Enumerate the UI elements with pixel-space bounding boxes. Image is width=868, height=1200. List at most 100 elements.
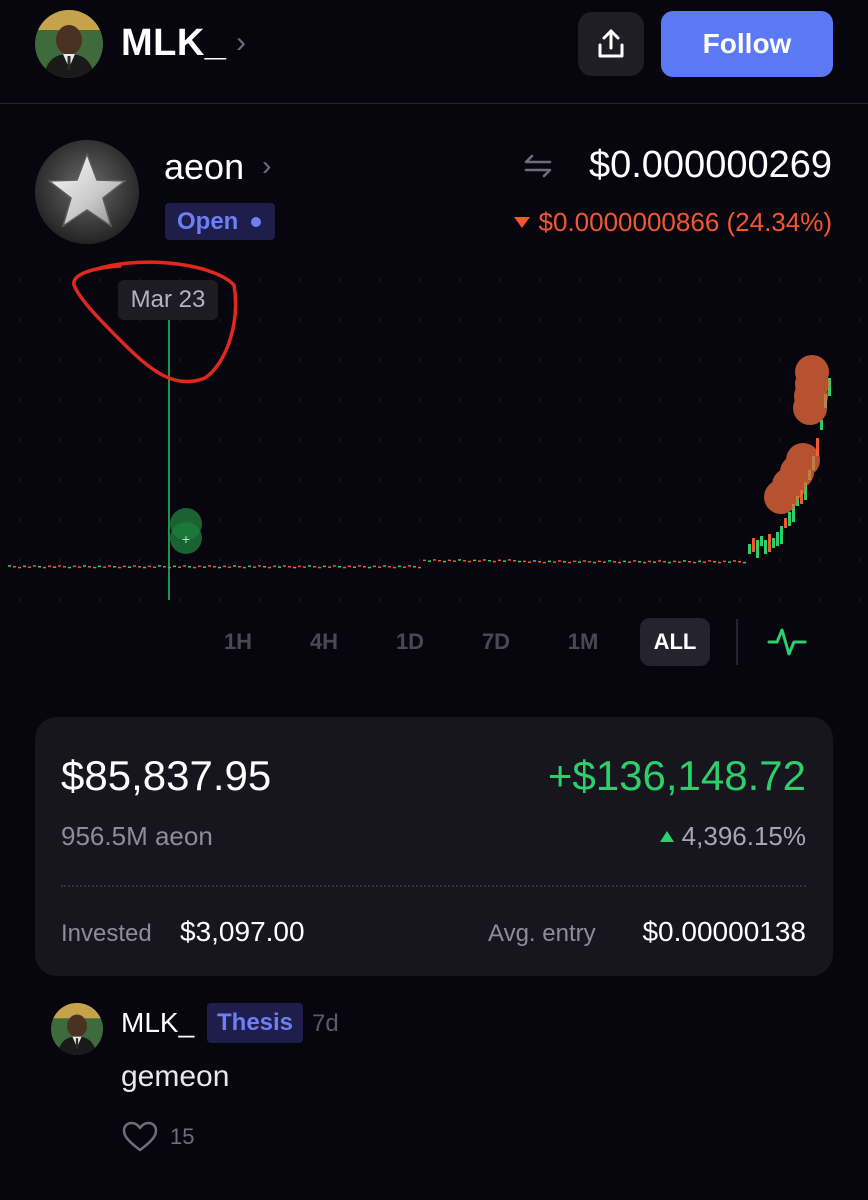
candle xyxy=(748,544,751,554)
candle xyxy=(543,561,546,564)
candle xyxy=(533,560,536,562)
candle xyxy=(788,512,791,526)
candle xyxy=(493,560,496,563)
candle xyxy=(673,560,676,563)
candle xyxy=(638,561,641,563)
candle xyxy=(568,561,571,564)
candle xyxy=(563,561,566,563)
candle xyxy=(643,561,646,564)
candle xyxy=(88,566,91,568)
candle xyxy=(523,560,526,563)
candle xyxy=(538,561,541,563)
candle xyxy=(608,560,611,562)
candle xyxy=(663,561,666,563)
candle xyxy=(780,526,783,544)
candle xyxy=(123,565,126,568)
candle xyxy=(288,566,291,568)
candle xyxy=(603,561,606,563)
follow-button[interactable]: Follow xyxy=(661,11,833,77)
candle xyxy=(478,560,481,562)
candle xyxy=(118,566,121,569)
star-logo-icon[interactable] xyxy=(35,140,139,244)
position-card: $85,837.95 +$136,148.72 956.5M aeon 4,39… xyxy=(35,717,833,976)
candle xyxy=(133,565,136,567)
share-button[interactable] xyxy=(578,12,644,76)
pnl-percent-value: 4,396.15% xyxy=(681,821,806,851)
heart-icon[interactable] xyxy=(122,1121,158,1153)
share-icon xyxy=(598,29,624,58)
candle xyxy=(148,565,151,568)
comment-username[interactable]: MLK_ xyxy=(121,1007,194,1039)
comment-age: 7d xyxy=(312,1010,339,1037)
candle xyxy=(423,559,426,562)
candle xyxy=(764,540,767,554)
candle xyxy=(383,565,386,567)
candle xyxy=(43,566,46,569)
candle xyxy=(483,559,486,561)
invested-label: Invested xyxy=(61,920,152,947)
range-4h[interactable]: 4H xyxy=(301,618,347,666)
card-divider xyxy=(61,885,806,887)
candle xyxy=(760,536,763,546)
candle xyxy=(18,566,21,569)
range-1m[interactable]: 1M xyxy=(559,618,607,666)
candle xyxy=(583,560,586,562)
candle xyxy=(678,561,681,563)
candle xyxy=(558,560,561,562)
candle xyxy=(53,566,56,568)
candle xyxy=(468,560,471,563)
down-triangle-icon xyxy=(513,217,530,228)
candle xyxy=(138,566,141,568)
range-1h[interactable]: 1H xyxy=(215,618,261,666)
candle xyxy=(253,566,256,568)
candle xyxy=(78,566,81,568)
candle xyxy=(772,538,775,548)
comment-avatar-icon[interactable] xyxy=(51,1003,103,1055)
candle xyxy=(358,565,361,567)
range-1d[interactable]: 1D xyxy=(387,618,433,666)
user-avatar-icon[interactable] xyxy=(35,10,103,78)
candle xyxy=(273,565,276,568)
header-username[interactable]: MLK_ xyxy=(121,22,226,65)
candle xyxy=(623,560,626,563)
candle xyxy=(443,560,446,563)
candle xyxy=(353,566,356,568)
up-triangle-icon xyxy=(659,831,674,842)
candle xyxy=(343,566,346,569)
date-tooltip: Mar 23 xyxy=(118,280,218,320)
invested-value: $3,097.00 xyxy=(180,916,305,947)
candle xyxy=(488,560,491,562)
candle xyxy=(268,566,271,569)
candle xyxy=(708,560,711,562)
candle xyxy=(598,560,601,563)
candle xyxy=(58,565,61,567)
candle xyxy=(13,566,16,568)
candle xyxy=(298,565,301,568)
range-all[interactable]: ALL xyxy=(640,618,710,666)
position-value: $85,837.95 xyxy=(61,752,272,799)
candle xyxy=(768,534,771,552)
candle xyxy=(38,566,41,568)
candle xyxy=(693,561,696,564)
chevron-right-icon[interactable]: › xyxy=(262,150,271,182)
candle xyxy=(333,565,336,567)
candle xyxy=(683,560,686,562)
chevron-right-icon[interactable]: › xyxy=(236,26,246,60)
pulse-icon[interactable] xyxy=(767,624,807,660)
candle xyxy=(448,559,451,562)
candle xyxy=(193,566,196,569)
range-7d[interactable]: 7D xyxy=(473,618,519,666)
candle xyxy=(703,561,706,563)
candle xyxy=(373,565,376,568)
candle xyxy=(723,560,726,563)
candle xyxy=(98,565,101,568)
candle xyxy=(528,561,531,563)
candle xyxy=(776,532,779,546)
candle xyxy=(233,565,236,567)
candle xyxy=(438,560,441,562)
swap-arrows-icon[interactable] xyxy=(522,150,554,182)
candle xyxy=(248,565,251,568)
buy-marker[interactable]: + xyxy=(170,508,202,554)
token-name[interactable]: aeon xyxy=(164,146,244,188)
svg-text:+: + xyxy=(182,531,190,547)
